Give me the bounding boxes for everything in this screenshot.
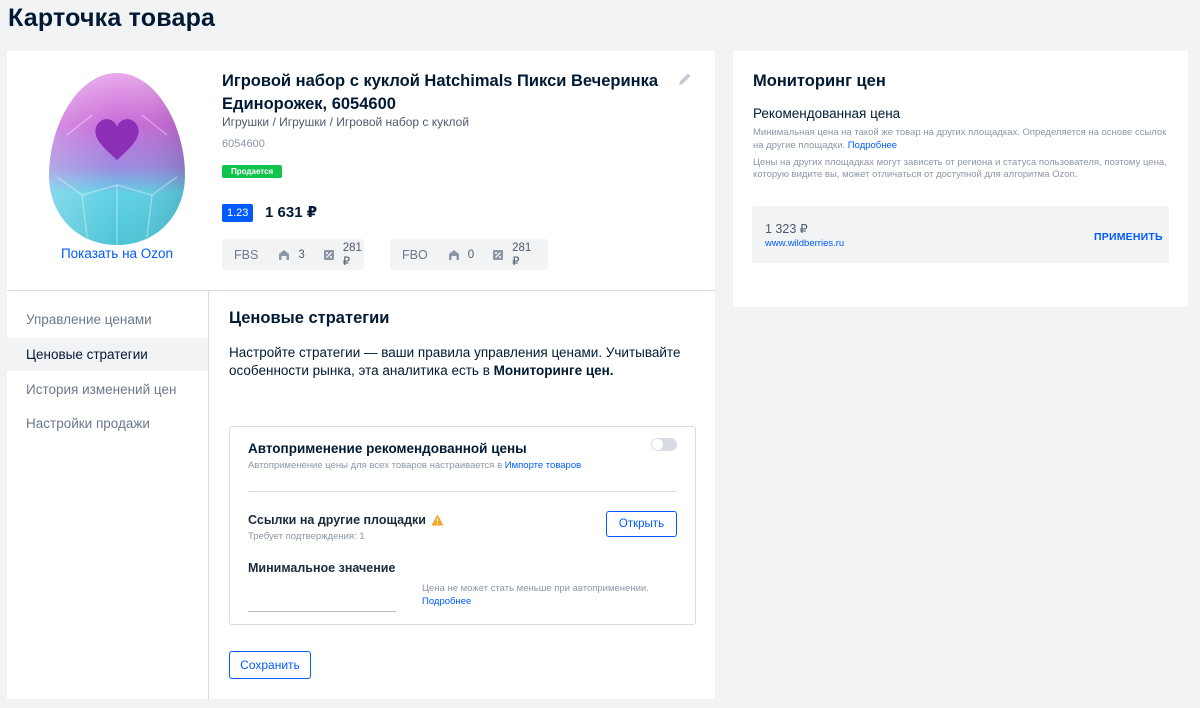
fbs-stock: FBS 3 281 ₽ (222, 239, 364, 270)
warning-icon (431, 514, 444, 526)
product-category: Игрушки / Игрушки / Игровой набор с кукл… (222, 115, 470, 129)
egg-image (49, 73, 185, 245)
warehouse-icon (448, 249, 460, 261)
tag-icon (492, 249, 504, 261)
fbo-stock-count: 0 (467, 248, 475, 261)
divider (208, 291, 209, 699)
product-card: Показать на Ozon Игровой набор с куклой … (7, 51, 715, 699)
links-title: Ссылки на другие площадки (248, 513, 444, 527)
tag-icon (323, 249, 335, 261)
more-link[interactable]: Подробнее (422, 596, 471, 607)
monitoring-title: Мониторинг цен (753, 72, 886, 90)
import-products-link[interactable]: Импорте товаров (505, 460, 581, 471)
nav-item-price-history[interactable]: История изменений цен (7, 373, 208, 406)
fbo-stock: FBO 0 281 ₽ (390, 239, 548, 270)
fbs-label: FBS (234, 247, 259, 262)
min-value-note: Цена не может стать меньше при автоприме… (422, 582, 682, 608)
fbo-price: 281 ₽ (512, 241, 532, 268)
warehouse-icon (278, 249, 290, 261)
section-title: Ценовые стратегии (229, 309, 390, 327)
auto-apply-title: Автоприменение рекомендованной цены (248, 441, 527, 456)
fbs-stock-count: 3 (298, 248, 305, 261)
competitor-site-link[interactable]: www.wildberries.ru (765, 238, 844, 249)
auto-apply-sub-text: Автоприменение цены для всех товаров нас… (248, 460, 505, 471)
min-value-input[interactable] (248, 587, 396, 612)
links-subtitle: Требует подтверждения: 1 (248, 531, 365, 542)
competitor-offer: 1 323 ₽ www.wildberries.ru ПРИМЕНИТЬ (752, 206, 1169, 263)
auto-apply-toggle[interactable] (651, 438, 677, 451)
min-value-note-text: Цена не может стать меньше при автоприме… (422, 583, 649, 594)
min-value-title: Минимальное значение (248, 561, 396, 575)
recommended-desc-text: Минимальная цена на такой же товар на др… (753, 127, 1167, 151)
nav-item-price-strategies[interactable]: Ценовые стратегии (7, 338, 208, 371)
links-title-text: Ссылки на другие площадки (248, 513, 426, 527)
apply-button[interactable]: ПРИМЕНИТЬ (1094, 231, 1163, 243)
divider (7, 290, 715, 291)
page-title: Карточка товара (8, 4, 216, 32)
product-sku: 6054600 (222, 138, 265, 150)
rating-badge: 1.23 (222, 204, 254, 222)
region-note: Цены на других площадках могут зависеть … (753, 157, 1167, 180)
auto-apply-panel: Автоприменение рекомендованной цены Авто… (229, 426, 696, 625)
competitor-price: 1 323 ₽ (765, 222, 808, 236)
section-description: Настройте стратегии — ваши правила управ… (229, 344, 699, 380)
toggle-knob (652, 439, 663, 450)
auto-apply-subtitle: Автоприменение цены для всех товаров нас… (248, 460, 581, 471)
monitoring-link-text: Мониторинге цен. (493, 363, 614, 378)
status-badge: Продается (222, 165, 283, 178)
show-on-ozon-link[interactable]: Показать на Ozon (7, 246, 227, 261)
pencil-icon[interactable] (677, 71, 693, 87)
price-monitoring-card: Мониторинг цен Рекомендованная цена Мини… (733, 51, 1188, 307)
product-image[interactable] (37, 65, 197, 250)
save-button[interactable]: Сохранить (229, 651, 311, 679)
fbs-price: 281 ₽ (342, 241, 362, 268)
open-button[interactable]: Открыть (606, 511, 677, 537)
recommended-price-desc: Минимальная цена на такой же товар на др… (753, 126, 1173, 152)
product-title: Игровой набор с куклой Hatchimals Пикси … (222, 72, 659, 113)
divider (248, 491, 677, 492)
more-link[interactable]: Подробнее (848, 140, 897, 151)
recommended-price-title: Рекомендованная цена (753, 106, 901, 121)
nav-item-sale-settings[interactable]: Настройки продажи (7, 407, 208, 440)
nav-item-price-management[interactable]: Управление ценами (7, 303, 208, 336)
product-price: 1 631 ₽ (265, 204, 318, 221)
fbo-label: FBO (402, 247, 428, 262)
